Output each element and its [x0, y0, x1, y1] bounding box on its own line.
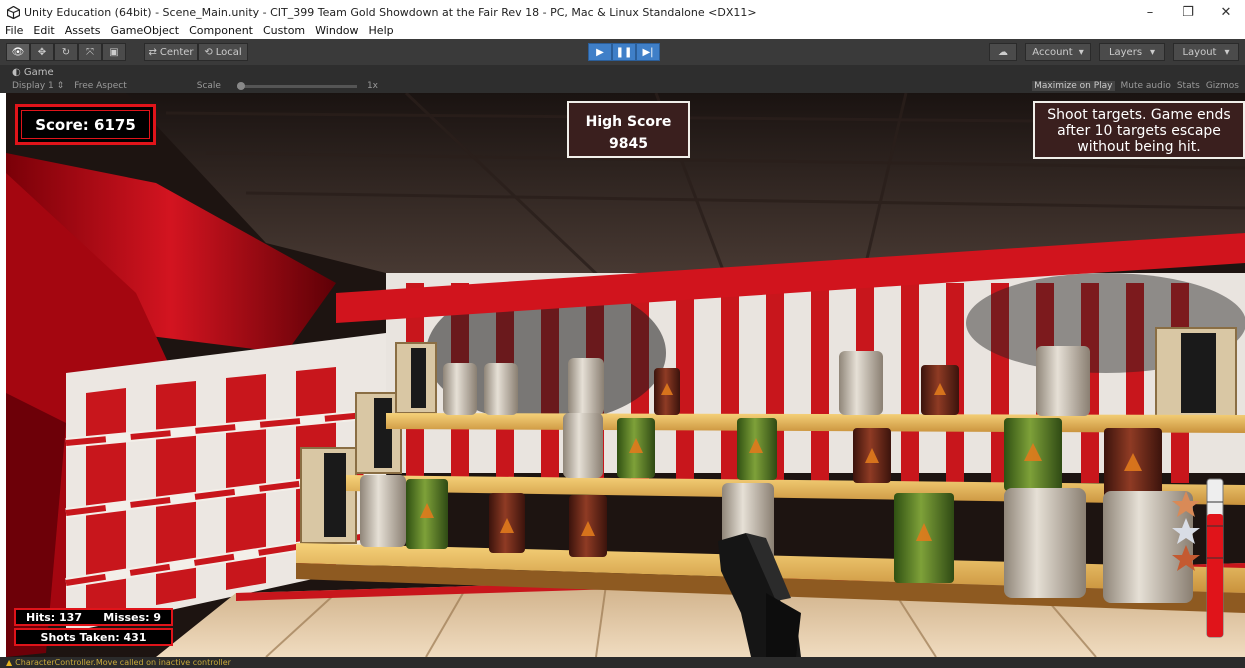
- game-view-header: ◐ Game Display 1 ⇕ Free Aspect Scale 1x …: [0, 65, 1245, 93]
- aspect-label: Free Aspect: [74, 81, 127, 91]
- menu-help[interactable]: Help: [364, 24, 399, 38]
- layout-dropdown[interactable]: Layout ▾: [1173, 43, 1239, 61]
- layout-label: Layout: [1182, 46, 1217, 58]
- tab-game[interactable]: ◐ Game: [12, 67, 54, 78]
- instructions-line-2: after 10 targets escape: [1057, 123, 1221, 139]
- main-toolbar: 👁 ✥ ↻ ⤧ ▣ ⇄ Center ⟲ Local ▶ ❚❚ ▶| ☁ Accou…: [0, 39, 1245, 65]
- transform-tools: 👁 ✥ ↻ ⤧ ▣: [6, 43, 126, 61]
- hits-misses-box: Hits: 137 Misses: 9: [14, 608, 173, 626]
- menu-file[interactable]: File: [0, 24, 28, 38]
- chevron-down-icon: ▾: [1150, 46, 1156, 58]
- eye-icon: 👁: [11, 46, 25, 58]
- chevron-down-icon: ▾: [1078, 46, 1084, 58]
- window-title-bar: Unity Education (64bit) - Scene_Main.uni…: [0, 0, 1245, 24]
- pivot-group: ⇄ Center ⟲ Local: [144, 43, 248, 61]
- console-message: CharacterController.Move called on inact…: [15, 658, 231, 667]
- menu-component[interactable]: Component: [184, 24, 258, 38]
- layers-dropdown[interactable]: Layers ▾: [1099, 43, 1165, 61]
- rect-tool-button[interactable]: ▣: [102, 43, 126, 61]
- scale-tool-button[interactable]: ⤧: [78, 43, 102, 61]
- tab-game-label: Game: [23, 67, 54, 78]
- chevron-updown-icon: ⇕: [56, 81, 65, 91]
- instructions-line-3: without being hit.: [1077, 139, 1201, 155]
- menu-bar: File Edit Assets GameObject Component Cu…: [0, 24, 1245, 38]
- scale-value: 1x: [366, 81, 379, 91]
- score-panel: Score: 6175: [15, 104, 156, 145]
- scale-label: Scale: [196, 81, 221, 91]
- move-icon: ✥: [37, 46, 47, 58]
- misses-text: Misses: 9: [103, 610, 161, 624]
- local-icon: ⟲: [204, 46, 213, 58]
- high-score-label: High Score: [585, 114, 672, 130]
- unity-logo-icon: [6, 5, 20, 19]
- menu-custom[interactable]: Custom: [258, 24, 310, 38]
- display-dropdown[interactable]: Display 1 ⇕: [12, 81, 64, 91]
- rect-icon: ▣: [109, 46, 119, 58]
- gizmos-dropdown[interactable]: Gizmos: [1206, 81, 1239, 91]
- stats-toggle[interactable]: Stats: [1177, 81, 1200, 91]
- hand-tool-button[interactable]: 👁: [6, 43, 30, 61]
- menu-gameobject[interactable]: GameObject: [106, 24, 185, 38]
- rotate-tool-button[interactable]: ↻: [54, 43, 78, 61]
- pivot-center-button[interactable]: ⇄ Center: [144, 43, 198, 61]
- warning-icon: ▲: [6, 658, 13, 667]
- minimize-button[interactable]: –: [1131, 0, 1169, 24]
- pause-button[interactable]: ❚❚: [612, 43, 636, 61]
- game-viewport[interactable]: Score: 6175 High Score 9845 Shoot target…: [6, 93, 1245, 657]
- pause-icon: ❚❚: [615, 46, 633, 58]
- pivot-local-label: Local: [215, 46, 242, 58]
- display-label: Display 1: [12, 81, 54, 91]
- scale-control: Scale: [197, 81, 221, 91]
- high-score-value: 9845: [609, 136, 648, 152]
- pivot-icon: ⇄: [148, 46, 157, 58]
- game-tab-icon: ◐: [12, 67, 24, 78]
- step-icon: ▶|: [642, 46, 654, 58]
- window-title: Unity Education (64bit) - Scene_Main.uni…: [24, 5, 757, 19]
- maximize-on-play-toggle[interactable]: Maximize on Play: [1032, 81, 1115, 91]
- instructions-panel: Shoot targets. Game ends after 10 target…: [1033, 101, 1245, 159]
- pivot-center-label: Center: [159, 46, 194, 58]
- play-controls: ▶ ❚❚ ▶|: [588, 43, 660, 61]
- menu-assets[interactable]: Assets: [60, 24, 106, 38]
- toolbar-right: ☁ Account ▾ Layers ▾ Layout ▾: [989, 43, 1239, 61]
- play-button[interactable]: ▶: [588, 43, 612, 61]
- layers-label: Layers: [1108, 46, 1143, 58]
- high-score-panel: High Score 9845: [567, 101, 690, 158]
- play-icon: ▶: [596, 46, 604, 58]
- menu-edit[interactable]: Edit: [28, 24, 59, 38]
- pivot-local-button[interactable]: ⟲ Local: [198, 43, 248, 61]
- scale-slider[interactable]: [236, 81, 357, 90]
- cloud-button[interactable]: ☁: [989, 43, 1017, 61]
- scale-slider-knob[interactable]: [236, 81, 245, 90]
- hits-text: Hits: 137: [26, 610, 82, 624]
- shots-text: Shots Taken: 431: [40, 630, 147, 644]
- menu-window[interactable]: Window: [310, 24, 363, 38]
- rotate-icon: ↻: [61, 46, 71, 58]
- instructions-line-1: Shoot targets. Game ends: [1047, 107, 1231, 123]
- mute-audio-toggle[interactable]: Mute audio: [1121, 81, 1171, 91]
- stats-panel: Hits: 137 Misses: 9 Shots Taken: 431: [14, 608, 173, 648]
- shots-box: Shots Taken: 431: [14, 628, 173, 646]
- game-scene-render: [6, 93, 1245, 657]
- chevron-down-icon: ▾: [1224, 46, 1230, 58]
- escape-meter: [1206, 478, 1224, 638]
- close-button[interactable]: ✕: [1207, 0, 1245, 24]
- step-button[interactable]: ▶|: [636, 43, 660, 61]
- console-status-bar[interactable]: ▲ CharacterController.Move called on inac…: [0, 657, 1245, 668]
- account-label: Account: [1032, 46, 1073, 58]
- restore-button[interactable]: ❐: [1169, 0, 1207, 24]
- cloud-icon: ☁: [998, 46, 1008, 58]
- move-tool-button[interactable]: ✥: [30, 43, 54, 61]
- account-dropdown[interactable]: Account ▾: [1025, 43, 1091, 61]
- scale-icon: ⤧: [86, 46, 94, 58]
- aspect-dropdown[interactable]: Free Aspect: [74, 81, 127, 91]
